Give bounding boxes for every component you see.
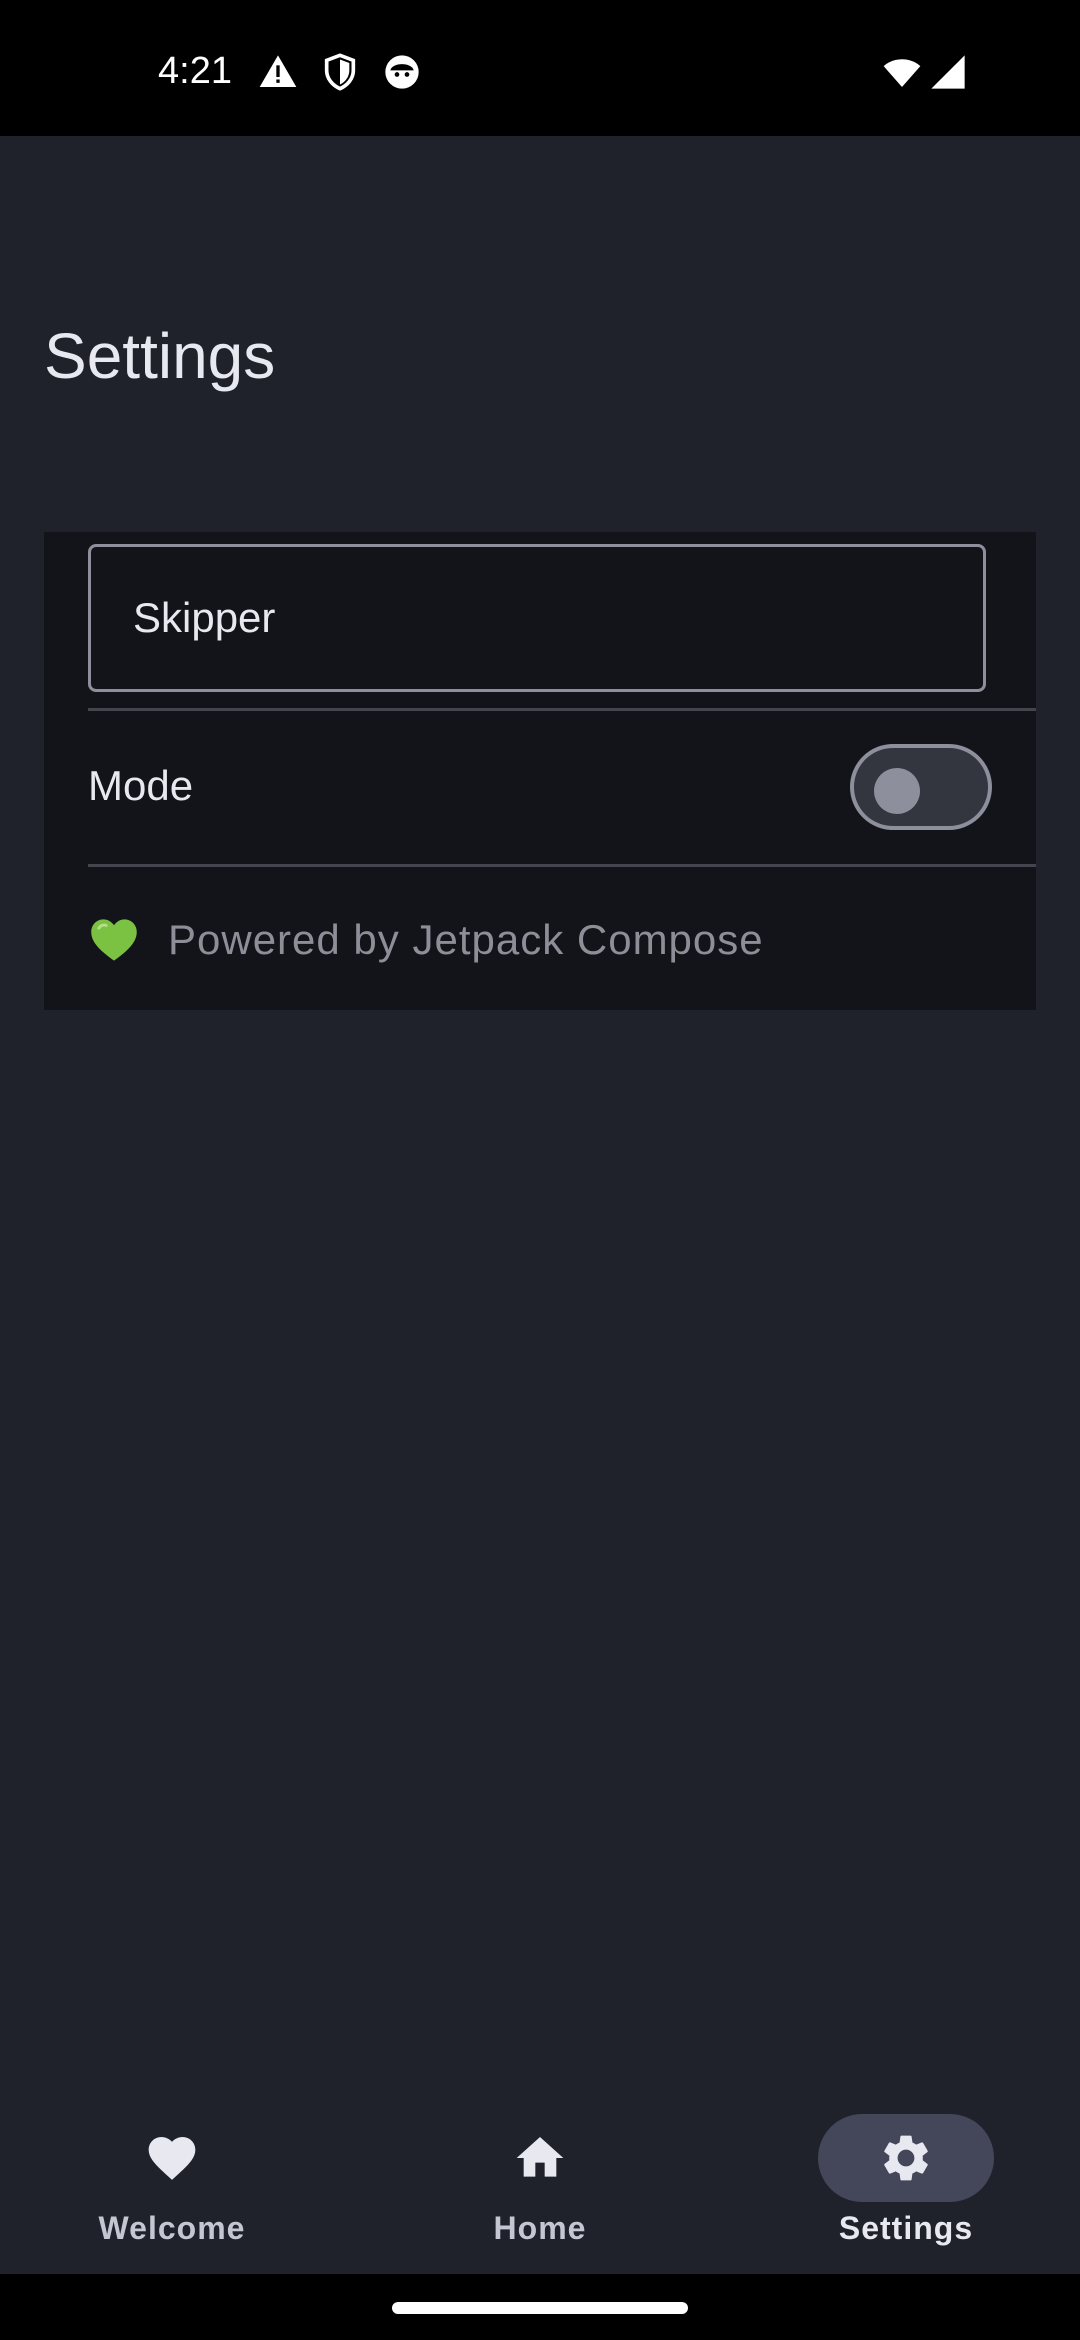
toggle-knob bbox=[874, 768, 920, 814]
divider bbox=[88, 864, 1036, 867]
status-time: 4:21 bbox=[158, 50, 232, 92]
mode-toggle[interactable] bbox=[850, 744, 992, 830]
signal-icon bbox=[928, 52, 968, 92]
nav-label: Welcome bbox=[98, 2210, 246, 2246]
divider bbox=[88, 708, 1036, 711]
nav-item-welcome[interactable]: Welcome bbox=[52, 2086, 292, 2266]
gesture-handle[interactable] bbox=[392, 2302, 688, 2314]
nav-label: Settings bbox=[838, 2210, 974, 2246]
nav-item-settings[interactable]: Settings bbox=[786, 2086, 1026, 2266]
home-icon bbox=[512, 2130, 568, 2186]
green-heart-icon bbox=[88, 914, 140, 966]
warning-icon bbox=[258, 52, 298, 92]
wifi-icon bbox=[880, 52, 924, 92]
system-navigation-bar bbox=[0, 2274, 1080, 2340]
nav-label: Home bbox=[493, 2210, 587, 2246]
credit-text: Powered by Jetpack Compose bbox=[168, 916, 764, 963]
heart-icon bbox=[144, 2130, 200, 2186]
status-bar: 4:21 bbox=[0, 0, 1080, 136]
shield-icon bbox=[320, 52, 360, 92]
settings-card: Mode Powered by Jetpack Compose bbox=[44, 532, 1036, 1010]
nav-item-home[interactable]: Home bbox=[420, 2086, 660, 2266]
gear-icon bbox=[878, 2130, 934, 2186]
mode-label: Mode bbox=[88, 762, 194, 809]
name-field[interactable] bbox=[88, 544, 986, 692]
bottom-navigation: Welcome Home Settings bbox=[0, 2060, 1080, 2274]
settings-screen: 4:21 Settings Mode Powe bbox=[0, 0, 1080, 2340]
page-title: Settings bbox=[44, 320, 276, 392]
face-icon bbox=[382, 52, 422, 92]
credit-row: Powered by Jetpack Compose bbox=[88, 912, 764, 968]
